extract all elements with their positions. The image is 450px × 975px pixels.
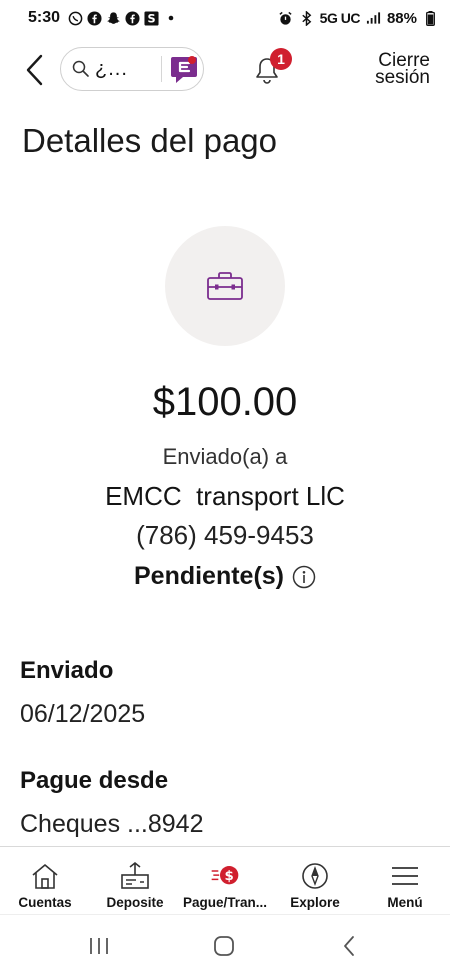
nav-label-cuentas: Cuentas [18,895,72,910]
briefcase-icon [207,272,243,300]
nav-item-pague-transfiera[interactable]: $ Pague/Tran... [180,847,270,914]
logout-label-line2: sesión [375,67,430,88]
chevron-left-icon [26,54,43,86]
more-notifications-dot-icon [163,11,178,26]
nav-label-deposite: Deposite [106,895,164,910]
nav-item-explore[interactable]: Explore [270,847,360,914]
status-bar: 5:30 S 5G UC 88% [0,0,450,36]
home-system-button[interactable] [211,933,237,959]
battery-percent: 88% [386,9,417,27]
app-header: ¿... 1 Cierre sesión [0,42,450,98]
search-input[interactable]: ¿... [60,47,204,91]
system-nav-bar [0,914,450,975]
whatsapp-icon [68,11,83,26]
facebook-icon [87,10,102,26]
svg-text:S: S [147,12,155,25]
facebook-icon-2 [125,10,140,26]
alarm-icon [278,11,293,26]
pay-from-account: Cheques ...8942 [20,810,204,838]
pay-from-label: Pague desde [20,767,169,794]
compass-icon [300,861,330,891]
logout-button[interactable]: Cierre sesión [366,51,430,88]
sent-to-label: Enviado(a) a [162,444,288,469]
erica-assistant-icon[interactable] [169,53,199,85]
recipient-phone: (786) 459-9453 [136,520,314,550]
bluetooth-icon [299,10,314,26]
payee-avatar [165,226,285,346]
s-app-icon: S [144,10,159,26]
search-placeholder: ¿... [95,57,128,80]
page-title: Detalles del pago [22,122,278,159]
pay-transfer-icon: $ [210,861,240,891]
nav-item-menu[interactable]: Menú [360,847,450,914]
info-icon[interactable] [292,565,316,589]
network-type: 5G UC [319,10,361,26]
payment-amount: $100.00 [152,380,298,424]
search-divider [161,56,162,82]
nav-label-menu: Menú [387,895,423,910]
nav-label-pague-transfiera: Pague/Tran... [182,895,268,910]
recent-apps-button[interactable] [86,933,112,959]
menu-icon [390,861,420,891]
home-circle-icon [214,936,234,956]
notifications-button[interactable]: 1 [254,48,298,90]
recipient-name: EMCC transport LlC [105,481,345,511]
chevron-left-icon [344,936,354,956]
deposit-icon [120,861,150,891]
signal-icon [366,11,381,26]
nav-item-deposite[interactable]: Deposite [90,847,180,914]
recent-apps-icon [90,938,108,954]
back-button[interactable] [20,52,50,88]
home-icon [30,861,60,891]
snapchat-icon [106,11,121,26]
payment-status: Pendiente(s) [0,562,450,591]
battery-icon [423,10,438,26]
notification-badge: 1 [270,48,292,70]
system-back-button[interactable] [336,933,362,959]
sent-date-label: Enviado [20,657,114,684]
bottom-nav: Cuentas Deposite $ Pague/Tran... Explore… [0,846,450,914]
notification-icons: S [68,10,178,26]
sent-date-value: 06/12/2025 [20,700,146,728]
status-time: 5:30 [28,9,61,26]
nav-label-explore: Explore [290,895,340,910]
status-text: Pendiente(s) [133,562,285,590]
search-icon [72,60,89,77]
svg-text:$: $ [225,869,234,884]
nav-item-cuentas[interactable]: Cuentas [0,847,90,914]
status-right: 5G UC 88% [278,10,438,27]
